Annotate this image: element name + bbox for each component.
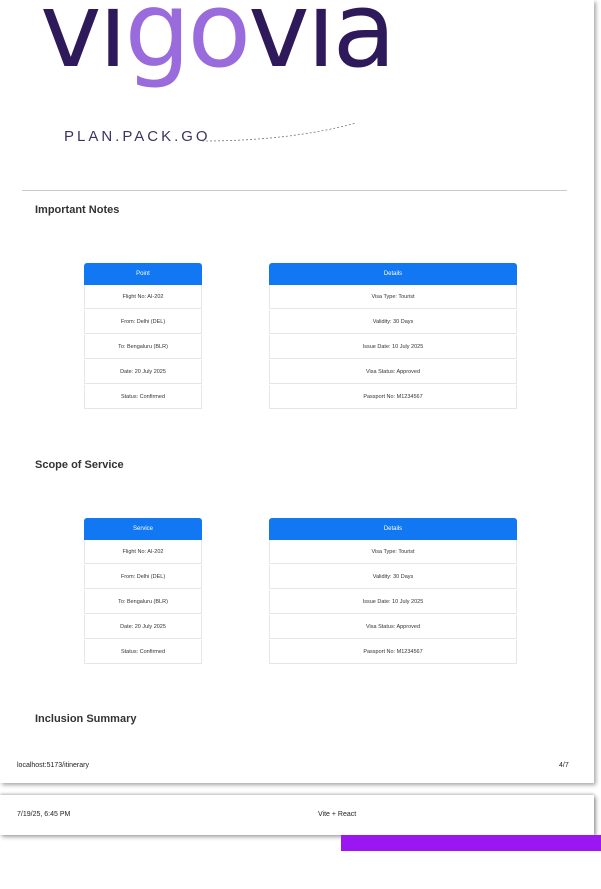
accent-bar: [341, 835, 601, 851]
section-title-inclusion-summary: Inclusion Summary: [35, 713, 137, 725]
table-cell: Date: 20 July 2025: [84, 360, 202, 384]
column-header: Details: [269, 263, 517, 285]
vigovia-logo: vigovia: [40, 0, 396, 91]
table-cell: Passport No: M1234567: [269, 385, 517, 409]
table-cell: Status: Confirmed: [84, 385, 202, 409]
details-table: Details Visa Type: Tourist Validity: 30 …: [269, 518, 517, 665]
points-table: Point Flight No: AI-202 From: Delhi (DEL…: [84, 263, 202, 410]
table-cell: Issue Date: 10 July 2025: [269, 335, 517, 359]
table-cell: Status: Confirmed: [84, 640, 202, 664]
table-cell: Issue Date: 10 July 2025: [269, 590, 517, 614]
section-title-important-notes: Important Notes: [35, 204, 120, 216]
column-header: Point: [84, 263, 202, 285]
column-header: Details: [269, 518, 517, 540]
table-cell: Validity: 30 Days: [269, 310, 517, 334]
table-cell: To: Bengaluru (BLR): [84, 335, 202, 359]
table-cell: Passport No: M1234567: [269, 640, 517, 664]
pdf-page: 7/19/25, 6:45 PM Vite + React: [0, 795, 594, 835]
table-cell: Visa Status: Approved: [269, 360, 517, 384]
page-number: 4/7: [559, 762, 569, 769]
table-cell: Visa Type: Tourist: [269, 540, 517, 564]
table-cell: To: Bengaluru (BLR): [84, 590, 202, 614]
page-url: localhost:5173/itinerary: [17, 762, 89, 769]
divider: [22, 190, 567, 191]
section-title-scope-of-service: Scope of Service: [35, 459, 124, 471]
details-table: Details Visa Type: Tourist Validity: 30 …: [269, 263, 517, 410]
table-cell: Flight No: AI-202: [84, 285, 202, 309]
table-cell: Visa Type: Tourist: [269, 285, 517, 309]
table-cell: Flight No: AI-202: [84, 540, 202, 564]
column-header: Service: [84, 518, 202, 540]
print-datetime: 7/19/25, 6:45 PM: [17, 811, 71, 818]
table-cell: Validity: 30 Days: [269, 565, 517, 589]
table-cell: Visa Status: Approved: [269, 615, 517, 639]
service-table: Service Flight No: AI-202 From: Delhi (D…: [84, 518, 202, 665]
table-cell: From: Delhi (DEL): [84, 310, 202, 334]
document-title: Vite + React: [318, 811, 357, 818]
swoosh-decoration: [201, 122, 357, 142]
pdf-page: vigovia PLAN.PACK.GO Important Notes Poi…: [0, 0, 594, 783]
table-cell: Date: 20 July 2025: [84, 615, 202, 639]
tagline: PLAN.PACK.GO: [64, 128, 211, 145]
table-cell: From: Delhi (DEL): [84, 565, 202, 589]
